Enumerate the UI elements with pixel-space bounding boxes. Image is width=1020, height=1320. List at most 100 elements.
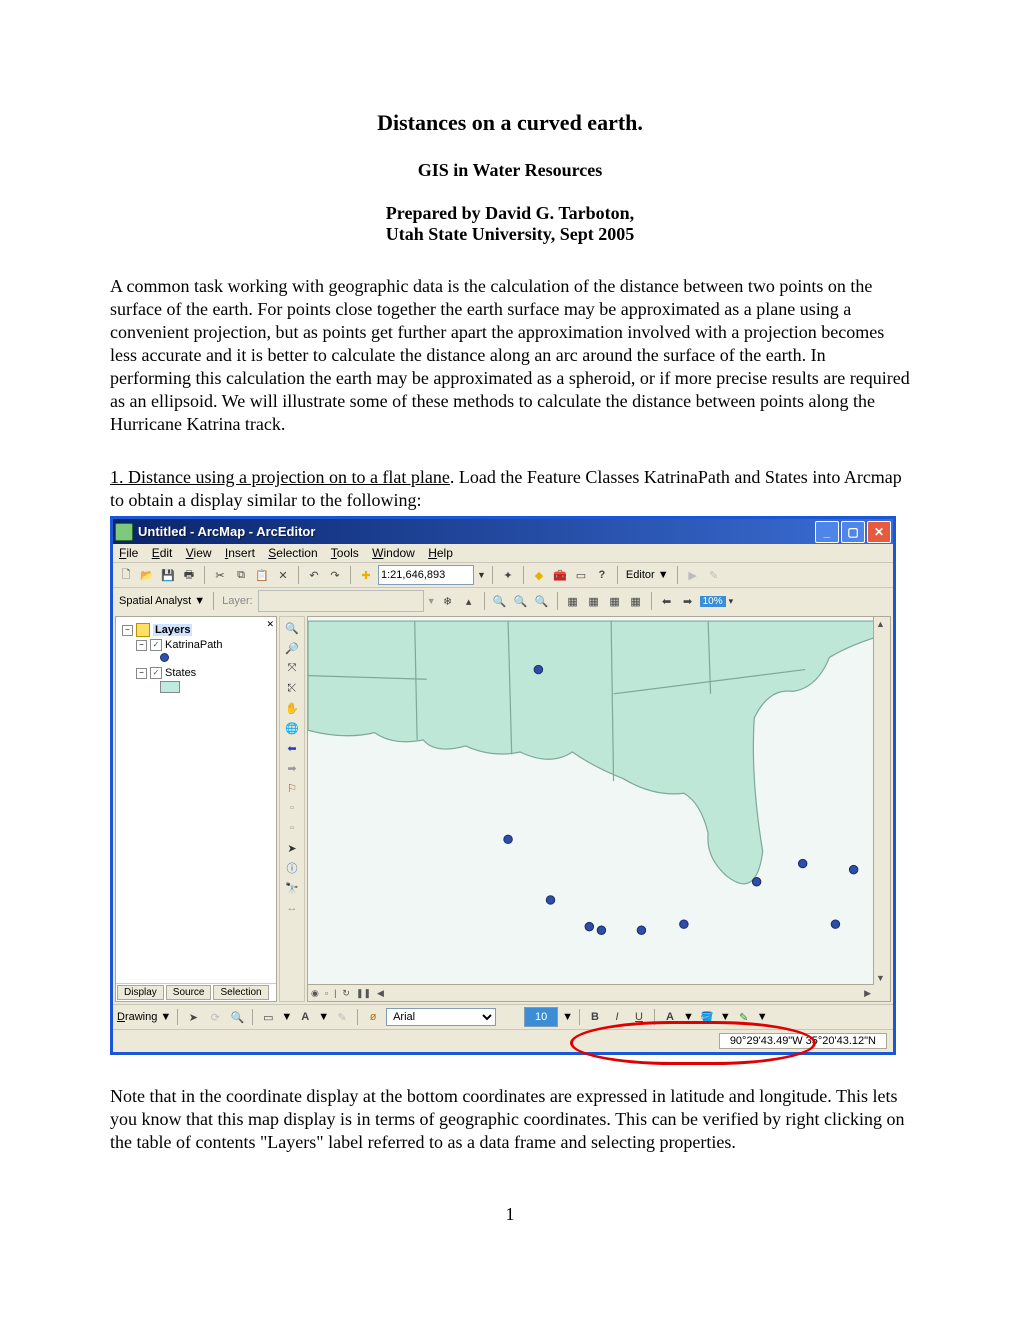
editor-dropdown[interactable]: Editor ▼ bbox=[624, 569, 671, 581]
fill-color-icon[interactable]: 🪣 bbox=[698, 1008, 716, 1026]
maximize-button[interactable]: ▢ bbox=[841, 521, 865, 543]
map-canvas[interactable]: ◉ ▫ | ↻ ❚❚ ◀ ▶ bbox=[307, 616, 891, 1002]
menu-view[interactable]: View bbox=[186, 546, 212, 560]
rotate-icon[interactable]: ⟳ bbox=[206, 1008, 224, 1026]
measure-icon[interactable]: ↔ bbox=[283, 899, 301, 917]
line-color-icon[interactable]: ✎ bbox=[735, 1008, 753, 1026]
toc-item-collapse-icon[interactable]: − bbox=[136, 668, 147, 679]
toc-item-0-checkbox[interactable]: ✓ bbox=[150, 639, 162, 651]
katrina-point[interactable] bbox=[849, 866, 857, 874]
print-icon[interactable]: 🖶 bbox=[180, 566, 198, 584]
menu-file[interactable]: File bbox=[119, 546, 138, 560]
toc-tab-source[interactable]: Source bbox=[166, 985, 212, 1000]
font-name-select[interactable]: Arial bbox=[386, 1008, 496, 1026]
redo-icon[interactable]: ↷ bbox=[326, 566, 344, 584]
toc-item-1-checkbox[interactable]: ✓ bbox=[150, 667, 162, 679]
toc-item-0-label[interactable]: KatrinaPath bbox=[165, 639, 222, 651]
map-horizontal-scrollbar[interactable]: ◉ ▫ | ↻ ❚❚ ◀ ▶ bbox=[308, 984, 874, 1001]
zoom-pct[interactable]: 10% bbox=[700, 596, 726, 607]
zoom-draw-icon[interactable]: 🔍 bbox=[228, 1008, 246, 1026]
identify-icon[interactable]: ⓘ bbox=[283, 859, 301, 877]
menu-insert[interactable]: Insert bbox=[225, 546, 255, 560]
menu-help[interactable]: Help bbox=[428, 546, 453, 560]
sa-tool-1-icon[interactable]: ❄ bbox=[439, 592, 457, 610]
minimize-button[interactable]: _ bbox=[815, 521, 839, 543]
sa-tool-4-icon[interactable]: 🔍 bbox=[512, 592, 530, 610]
whatsthis-icon[interactable]: ? bbox=[593, 566, 611, 584]
sa-tool-2-icon[interactable]: ▴ bbox=[460, 592, 478, 610]
pan-icon[interactable]: ✋ bbox=[283, 699, 301, 717]
fixed-zoom-in-icon[interactable]: ⤧ bbox=[283, 659, 301, 677]
find-icon[interactable]: 🔭 bbox=[283, 879, 301, 897]
add-data-icon[interactable]: ✚ bbox=[357, 566, 375, 584]
spatial-analyst-dropdown[interactable]: Spatial Analyst ▼ bbox=[117, 595, 207, 607]
scale-input[interactable] bbox=[378, 565, 474, 585]
menu-edit[interactable]: Edit bbox=[152, 546, 173, 560]
bold-icon[interactable]: B bbox=[586, 1008, 604, 1026]
delete-icon[interactable]: ✕ bbox=[274, 566, 292, 584]
sa-grid-1-icon[interactable]: ▦ bbox=[564, 592, 582, 610]
pointer-icon[interactable]: ➤ bbox=[283, 839, 301, 857]
menu-tools[interactable]: Tools bbox=[331, 546, 359, 560]
copy-icon[interactable]: ⧉ bbox=[232, 566, 250, 584]
toc-collapse-icon[interactable]: − bbox=[122, 625, 133, 636]
sa-grid-4-icon[interactable]: ▦ bbox=[627, 592, 645, 610]
katrina-point[interactable] bbox=[585, 923, 593, 931]
next-extent-icon[interactable]: ➡ bbox=[283, 759, 301, 777]
toc-item-1-symbol[interactable] bbox=[160, 681, 180, 693]
refresh-icon[interactable]: ↻ bbox=[339, 988, 353, 999]
katrina-point[interactable] bbox=[831, 920, 839, 928]
sa-grid-2-icon[interactable]: ▦ bbox=[585, 592, 603, 610]
font-marker-icon[interactable]: ø bbox=[364, 1008, 382, 1026]
italic-icon[interactable]: I bbox=[608, 1008, 626, 1026]
katrina-point[interactable] bbox=[752, 878, 760, 886]
undo-icon[interactable]: ↶ bbox=[305, 566, 323, 584]
arctoolbox-icon[interactable]: 🧰 bbox=[551, 566, 569, 584]
katrina-point[interactable] bbox=[546, 896, 554, 904]
pause-icon[interactable]: ❚❚ bbox=[353, 988, 374, 999]
select-features-icon[interactable]: ⚐ bbox=[283, 779, 301, 797]
katrina-point[interactable] bbox=[534, 666, 542, 674]
paste-icon[interactable]: 📋 bbox=[253, 566, 271, 584]
font-color-icon[interactable]: A bbox=[661, 1008, 679, 1026]
sa-tool-5-icon[interactable]: 🔍 bbox=[533, 592, 551, 610]
katrina-point[interactable] bbox=[504, 835, 512, 843]
map-vertical-scrollbar[interactable] bbox=[873, 617, 890, 1001]
open-icon[interactable]: 📂 bbox=[138, 566, 156, 584]
sa-arrow-2-icon[interactable]: ➡ bbox=[679, 592, 697, 610]
toc-tab-display[interactable]: Display bbox=[117, 985, 164, 1000]
drawing-dropdown[interactable]: Drawing ▼ bbox=[117, 1011, 171, 1023]
sa-arrow-1-icon[interactable]: ⬅ bbox=[658, 592, 676, 610]
katrina-point[interactable] bbox=[680, 920, 688, 928]
layers-label[interactable]: Layers bbox=[153, 624, 192, 636]
data-view-icon[interactable]: ◉ bbox=[308, 988, 322, 999]
katrina-point[interactable] bbox=[798, 860, 806, 868]
font-size-input[interactable] bbox=[524, 1007, 558, 1027]
underline-icon[interactable]: U bbox=[630, 1008, 648, 1026]
toc-close-icon[interactable]: ✕ bbox=[266, 619, 274, 630]
zoom-in-icon[interactable]: 🔍 bbox=[283, 619, 301, 637]
toc-item-1-label[interactable]: States bbox=[165, 667, 196, 679]
scale-dropdown-icon[interactable]: ▼ bbox=[477, 570, 486, 580]
prev-extent-icon[interactable]: ⬅ bbox=[283, 739, 301, 757]
new-text-icon[interactable]: A bbox=[296, 1008, 314, 1026]
arccatalog-icon[interactable]: ◆ bbox=[530, 566, 548, 584]
toc-tab-selection[interactable]: Selection bbox=[213, 985, 268, 1000]
katrina-point[interactable] bbox=[637, 926, 645, 934]
menu-selection[interactable]: Selection bbox=[268, 546, 317, 560]
command-line-icon[interactable]: ▭ bbox=[572, 566, 590, 584]
menu-window[interactable]: Window bbox=[372, 546, 415, 560]
zoom-dropdown-icon[interactable]: ▾ bbox=[729, 596, 734, 607]
new-icon[interactable]: 🗋 bbox=[117, 566, 135, 584]
sa-grid-3-icon[interactable]: ▦ bbox=[606, 592, 624, 610]
titlebar[interactable]: Untitled - ArcMap - ArcEditor _ ▢ ✕ bbox=[113, 519, 893, 544]
toc-item-collapse-icon[interactable]: − bbox=[136, 640, 147, 651]
zoom-out-icon[interactable]: 🔎 bbox=[283, 639, 301, 657]
edit-vertices-icon[interactable]: ✎ bbox=[333, 1008, 351, 1026]
fixed-zoom-out-icon[interactable]: ⤪ bbox=[283, 679, 301, 697]
select-elements-icon[interactable]: ➤ bbox=[184, 1008, 202, 1026]
select-elements-icon[interactable]: ▫ bbox=[283, 799, 301, 817]
edit-tool-icon[interactable]: ▶ bbox=[684, 566, 702, 584]
close-button[interactable]: ✕ bbox=[867, 521, 891, 543]
save-icon[interactable]: 💾 bbox=[159, 566, 177, 584]
